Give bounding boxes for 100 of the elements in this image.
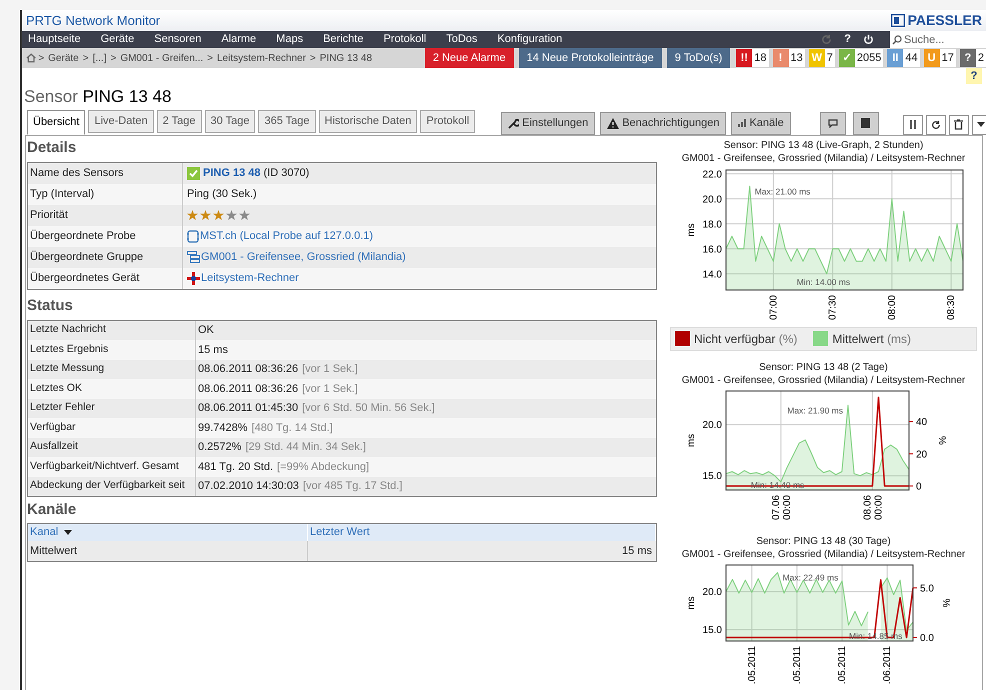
- field-value: 07.02.2010 14:30:03: [198, 479, 299, 494]
- axis-tick-label: 0.0: [912, 632, 934, 644]
- star-icon: [200, 210, 211, 220]
- caret-icon: [976, 122, 985, 127]
- axis-tick-label: 15.0: [702, 470, 722, 482]
- comment-button[interactable]: [820, 112, 846, 134]
- sensor-link[interactable]: PING 13 48: [203, 164, 260, 182]
- field-value: 481 Tg. 20 Std.: [198, 460, 274, 474]
- help-button[interactable]: ?: [844, 31, 851, 48]
- field-note: [480 Tg. 14 Std.]: [252, 420, 333, 436]
- menu-item[interactable]: Sensoren: [154, 31, 202, 48]
- section-heading: Kanäle: [27, 500, 78, 520]
- menu-item[interactable]: Maps: [276, 31, 304, 48]
- field-note: [vor 6 Std. 50 Min. 56 Sek.]: [302, 401, 435, 416]
- status-count: 17: [940, 50, 955, 66]
- axis-tick-label: .05.2011: [837, 646, 848, 684]
- power-icon[interactable]: [863, 34, 874, 45]
- action-button[interactable]: Kanäle: [731, 112, 791, 134]
- chart-title: Sensor: PING 13 48 (Live-Graph, 2 Stunden): [724, 138, 924, 152]
- parent-link[interactable]: GM001 - Greifensee, Grossried (Milandia): [201, 248, 406, 266]
- menu-item[interactable]: Protokoll: [383, 31, 426, 48]
- menu-item[interactable]: Konfiguration: [497, 31, 562, 48]
- axis-tick-label: 40: [908, 416, 928, 428]
- axis-label: ms: [686, 433, 697, 447]
- chart-subtitle: GM001 - Greifensee, Grossried (Milandia) / Leitsystem-Rechner: [682, 548, 966, 560]
- pause-icon: [908, 120, 917, 129]
- axis-tick-label: 07.06 00:00: [770, 494, 793, 520]
- pause-button[interactable]: [902, 114, 923, 134]
- table-cell: Mittelwert: [28, 541, 308, 561]
- axis-label: ms: [686, 596, 697, 610]
- chart-subtitle: GM001 - Greifensee, Grossried (Milandia) / Leitsystem-Rechner: [682, 374, 966, 386]
- chart-annotation: Max: 21.90 ms: [787, 404, 843, 415]
- y2-tick-label: 0: [916, 480, 922, 492]
- status-count: 18: [753, 50, 768, 66]
- group-icon: [187, 251, 200, 263]
- y2-tick-label: 5.0: [920, 582, 934, 594]
- menu-item[interactable]: Berichte: [323, 31, 364, 48]
- chart-title: Sensor: PING 13 48 (2 Tage): [759, 360, 888, 374]
- menu-item[interactable]: Geräte: [100, 31, 134, 48]
- field-note: [vor 485 Tg. 17 Std.]: [302, 479, 402, 494]
- axis-tick-label: 5.0: [912, 582, 934, 594]
- breadcrumb-separator: >: [310, 52, 316, 66]
- tab[interactable]: 30 Tage: [204, 110, 256, 132]
- field-label: Übergeordnetes Gerät: [28, 268, 183, 288]
- status-counter-icon[interactable]: !!: [736, 49, 752, 67]
- notice-button[interactable]: 2 Neue Alarme: [424, 48, 514, 68]
- page-title: Sensor PING 13 48: [24, 86, 172, 108]
- status-count: 44: [904, 50, 919, 66]
- tab[interactable]: 365 Tage: [258, 110, 316, 132]
- axis-tick-label: 07:00: [768, 294, 780, 320]
- app-title: PRTG Network Monitor: [26, 12, 160, 30]
- legend-label: Mittelwert (ms): [832, 330, 912, 348]
- device-icon: [187, 272, 200, 284]
- menu-item[interactable]: ToDos: [446, 31, 478, 48]
- parent-link[interactable]: MST.ch (Local Probe auf 127.0.0.1): [200, 228, 374, 244]
- field-value: OK: [198, 323, 214, 338]
- chart-annotation: Max: 22.49 ms: [782, 572, 838, 582]
- axis-tick-label: 15.0: [702, 624, 722, 636]
- axis-label: %: [936, 436, 947, 444]
- notice-button[interactable]: 9 ToDo(s): [666, 48, 730, 68]
- status-count: 13: [790, 50, 804, 66]
- chart-annotation: Min: 14.00 ms: [796, 276, 850, 286]
- notice-button[interactable]: 14 Neue Protokolleinträge: [518, 48, 662, 68]
- help-badge[interactable]: ?: [966, 68, 982, 84]
- breadcrumb-link[interactable]: Geräte: [48, 50, 79, 66]
- star-icon: [226, 210, 237, 220]
- delete-button[interactable]: [948, 114, 969, 134]
- chart-title: Sensor: PING 13 48 (30 Tage): [756, 534, 891, 548]
- field-label: Abdeckung der Verfügbarkeit seit: [28, 476, 196, 496]
- home-icon[interactable]: [26, 53, 36, 63]
- map-button[interactable]: [852, 112, 879, 134]
- menu-item[interactable]: Hauptseite: [28, 31, 81, 48]
- parent-link[interactable]: Leitsystem-Rechner: [201, 270, 299, 286]
- search-field[interactable]: Suche...: [890, 31, 986, 48]
- breadcrumb-link[interactable]: PING 13 48: [320, 50, 372, 66]
- axis-tick-label: 20.0: [702, 420, 722, 431]
- chart-annotation: Max: 21.00 ms: [754, 186, 810, 196]
- field-value: Ping (30 Sek.): [187, 186, 257, 202]
- action-button[interactable]: Benachrichtigungen: [600, 112, 726, 134]
- breadcrumb-link[interactable]: Leitsystem-Rechner: [216, 50, 306, 66]
- tab[interactable]: 2 Tage: [156, 110, 202, 132]
- more-button[interactable]: [972, 114, 986, 134]
- y2-tick-label: 40: [916, 416, 928, 428]
- field-value: 15 ms: [198, 342, 228, 358]
- status-counter-icon[interactable]: ?: [960, 49, 976, 67]
- menu-item[interactable]: Alarme: [221, 31, 256, 48]
- breadcrumb-link[interactable]: [...]: [92, 50, 106, 66]
- logo-text: PAESSLER: [908, 11, 982, 30]
- tab[interactable]: Protokoll: [420, 110, 476, 132]
- star-icon: [187, 210, 198, 220]
- probe-icon: [187, 230, 199, 242]
- refresh-button[interactable]: [926, 114, 946, 134]
- field-value: 08.06.2011 08:36:26: [198, 382, 298, 396]
- tab[interactable]: Übersicht: [27, 110, 86, 134]
- axis-tick-label: 16.0: [702, 244, 722, 255]
- breadcrumb-link[interactable]: GM001 - Greifen...: [120, 50, 204, 66]
- breadcrumb-separator: >: [82, 52, 89, 66]
- tab[interactable]: Live-Daten: [88, 110, 154, 132]
- tab[interactable]: Historische Daten: [318, 110, 418, 132]
- action-button[interactable]: Einstellungen: [501, 112, 596, 134]
